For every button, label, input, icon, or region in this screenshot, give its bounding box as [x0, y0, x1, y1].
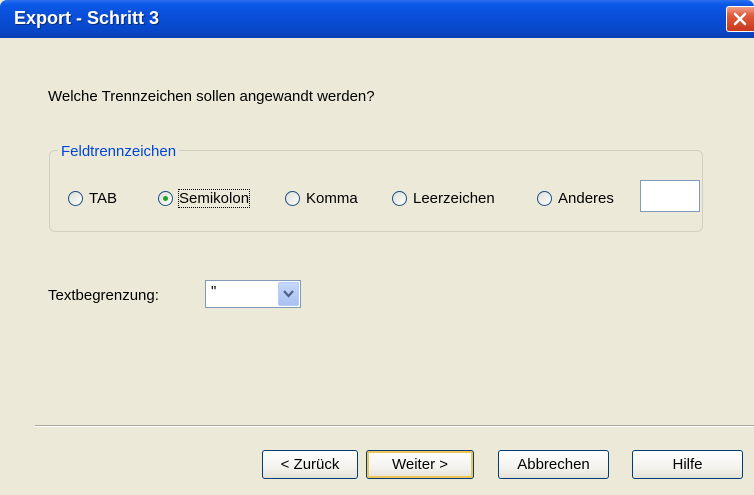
- text-qualifier-select[interactable]: ": [205, 280, 301, 308]
- radio-anderes[interactable]: Anderes: [537, 188, 614, 208]
- radio-komma[interactable]: Komma: [285, 188, 358, 208]
- radio-komma-button[interactable]: [285, 190, 300, 206]
- help-button[interactable]: Hilfe: [632, 450, 743, 479]
- radio-anderes-label: Anderes: [558, 189, 614, 207]
- radio-leerzeichen-button[interactable]: [392, 190, 407, 206]
- back-button[interactable]: < Zurück: [262, 450, 358, 479]
- radio-tab-label: TAB: [89, 189, 118, 207]
- close-button[interactable]: [726, 6, 754, 32]
- other-separator-input[interactable]: [640, 180, 700, 212]
- radio-semikolon[interactable]: Semikolon: [158, 188, 251, 208]
- question-text: Welche Trennzeichen sollen angewandt wer…: [48, 88, 375, 105]
- cancel-button[interactable]: Abbrechen: [498, 450, 609, 479]
- close-icon: [733, 12, 747, 26]
- window-title: Export - Schritt 3: [14, 8, 160, 28]
- radio-semikolon-button[interactable]: [158, 190, 173, 206]
- text-qualifier-value: ": [211, 283, 217, 300]
- bottom-separator: [35, 425, 754, 427]
- text-qualifier-label: Textbegrenzung:: [48, 287, 159, 304]
- chevron-down-icon: [283, 290, 294, 298]
- dropdown-button[interactable]: [278, 282, 299, 306]
- radio-tab[interactable]: TAB: [68, 188, 117, 208]
- title-bar[interactable]: Export - Schritt 3: [0, 0, 754, 38]
- radio-tab-button[interactable]: [68, 190, 83, 206]
- next-button[interactable]: Weiter >: [366, 450, 474, 479]
- radio-leerzeichen-label: Leerzeichen: [413, 189, 495, 207]
- radio-anderes-button[interactable]: [537, 190, 552, 206]
- field-separator-legend: Feldtrennzeichen: [58, 143, 180, 160]
- radio-semikolon-label: Semikolon: [177, 188, 251, 208]
- radio-leerzeichen[interactable]: Leerzeichen: [392, 188, 495, 208]
- radio-komma-label: Komma: [306, 189, 358, 207]
